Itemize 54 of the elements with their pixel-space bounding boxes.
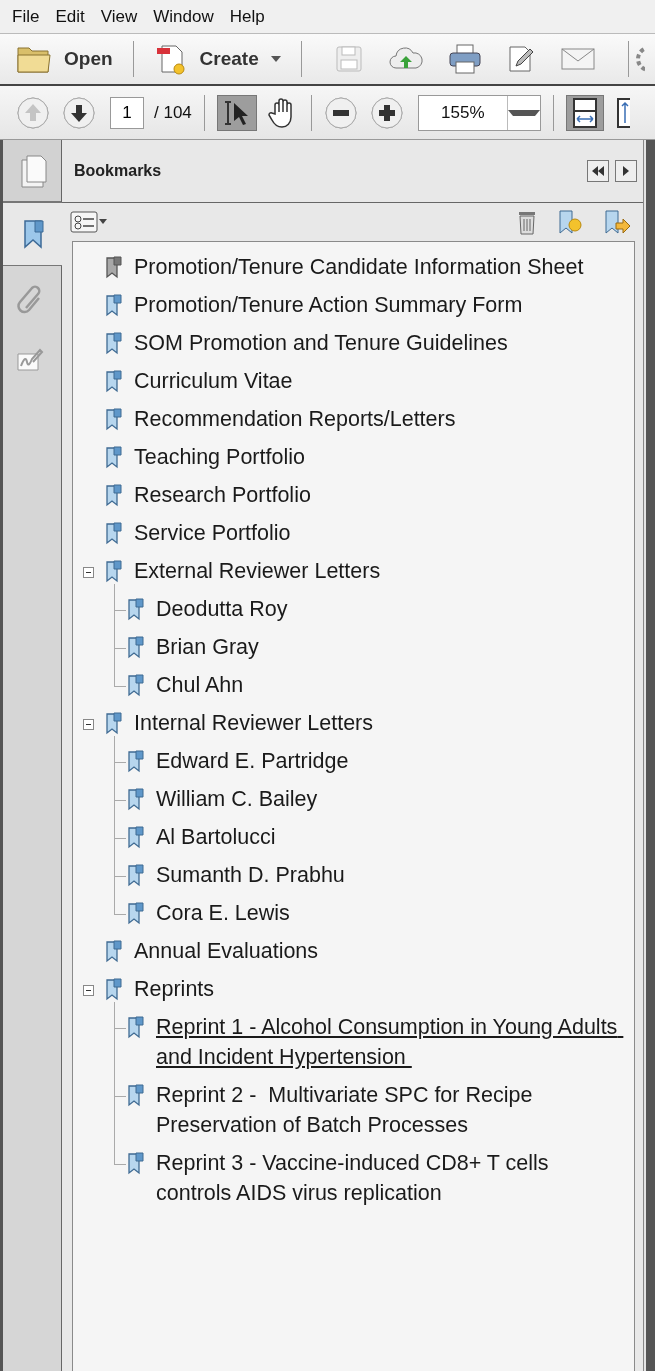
zoom-dropdown[interactable]: 155% [417, 94, 541, 131]
bookmark-link[interactable]: External Reviewer Letters [134, 556, 381, 586]
create-button[interactable]: Create [153, 42, 281, 76]
bookmark-link[interactable]: Recommendation Reports/Letters [134, 404, 456, 434]
bookmark-link[interactable]: Promotion/Tenure Candidate Information Sheet [134, 252, 584, 282]
options-menu-icon[interactable] [70, 210, 108, 234]
menu-item[interactable]: Edit [47, 6, 93, 27]
bookmark-link[interactable]: Curriculum Vitae [134, 366, 293, 396]
bookmark-link[interactable]: Edward E. Partridge [156, 746, 349, 776]
bookmark-link[interactable]: Cora E. Lewis [156, 898, 290, 928]
expand-panel-button[interactable] [615, 160, 637, 182]
fit-width-button[interactable] [565, 94, 604, 131]
print-icon[interactable] [447, 43, 482, 75]
caret-icon [270, 56, 281, 62]
bookmark-link[interactable]: Reprint 2 - Multivariate SPC for Recipe Preservation of Batch Processes [156, 1080, 624, 1140]
menu-item[interactable]: File [4, 6, 48, 27]
open-button[interactable]: Open [16, 44, 113, 74]
bookmark-link[interactable]: Promotion/Tenure Action Summary Form [134, 290, 523, 320]
next-page-button[interactable] [62, 95, 96, 130]
bookmark-link[interactable]: Brian Gray [156, 632, 259, 662]
menu-item[interactable]: Window [145, 6, 222, 27]
page-number-field[interactable]: 1 [110, 96, 144, 129]
bookmark-link[interactable]: Annual Evaluations [134, 936, 319, 966]
bookmark-link[interactable]: Research Portfolio [134, 480, 311, 510]
bookmark-link[interactable]: Reprint 1 - Alcohol Consumption in Young Adults and Incident Hypertension [156, 1012, 624, 1072]
arrow-right-icon [622, 165, 630, 177]
bookmark-link[interactable]: Internal Reviewer Letters [134, 708, 373, 738]
zoom-in-button[interactable] [369, 95, 404, 130]
folder-icon [16, 44, 52, 74]
bookmark-link[interactable]: Reprint 3 - Vaccine-induced CD8+ T cells controls AIDS virus replication [156, 1148, 624, 1208]
collapse-toggle[interactable] [83, 985, 94, 996]
collapse-panel-button[interactable] [587, 160, 609, 182]
page-count: / 104 [154, 102, 192, 123]
fit-page-icon[interactable] [615, 96, 630, 129]
menu-item[interactable]: View [92, 6, 146, 27]
menu-item[interactable]: Help [221, 6, 273, 27]
bookmark-link[interactable]: Service Portfolio [134, 518, 291, 548]
bookmark-link[interactable]: Sumanth D. Prabhu [156, 860, 345, 890]
trash-icon[interactable] [517, 209, 537, 235]
bookmark-link[interactable]: Teaching Portfolio [134, 442, 305, 472]
bookmark-arrow-icon[interactable] [603, 209, 631, 235]
bookmark-link[interactable]: Deodutta Roy [156, 594, 288, 624]
double-arrow-left-icon [591, 165, 605, 177]
bookmark-link[interactable]: William C. Bailey [156, 784, 318, 814]
collapse-toggle[interactable] [83, 567, 94, 578]
bookmark-link[interactable]: Al Bartolucci [156, 822, 276, 852]
select-tool-button[interactable] [216, 94, 257, 131]
bookmark-link[interactable]: Reprints [134, 974, 215, 1004]
panel-title: Bookmarks [74, 162, 163, 180]
bookmark-link[interactable]: Chul Ahn [156, 670, 244, 700]
collapse-toggle[interactable] [83, 719, 94, 730]
bookmark-link[interactable]: SOM Promotion and Tenure Guidelines [134, 328, 508, 358]
zoom-out-button[interactable] [323, 95, 358, 130]
splitter-bar[interactable] [644, 140, 655, 1371]
